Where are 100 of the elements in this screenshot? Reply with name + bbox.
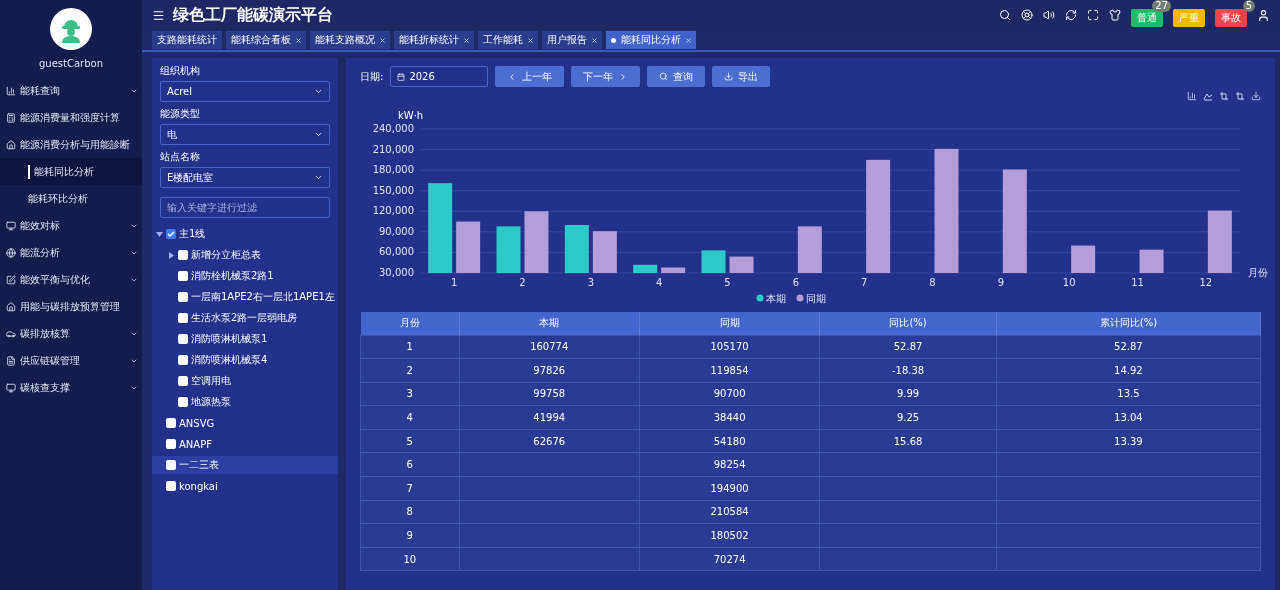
tab[interactable]: 能耗支路概况 [310, 31, 390, 49]
expand-caret-icon[interactable] [168, 251, 175, 259]
tab[interactable]: 工作能耗 [478, 31, 538, 49]
shirt-icon[interactable] [1109, 9, 1121, 21]
checkbox[interactable] [178, 250, 188, 260]
tree-item[interactable]: 空调用电 [152, 372, 338, 390]
fullscreen-icon[interactable] [1087, 9, 1099, 21]
menu-item[interactable]: 能效平衡与优化 [0, 266, 142, 293]
tree-item[interactable]: 生活水泵2路一层弱电房 [152, 309, 338, 327]
menu-item[interactable]: 用能与碳排放预算管理 [0, 293, 142, 320]
close-icon[interactable] [528, 37, 533, 43]
menu-item[interactable]: 能效对标 [0, 212, 142, 239]
menu-item[interactable]: 供应链碳管理 [0, 347, 142, 374]
checkbox[interactable] [178, 292, 188, 302]
checkbox[interactable] [166, 229, 176, 239]
tree-item[interactable]: ANSVG [152, 414, 338, 432]
tree-item[interactable]: kongkai [152, 477, 338, 495]
tab[interactable]: 支路能耗统计 [152, 31, 222, 49]
close-icon[interactable] [592, 37, 597, 43]
table-cell: 41994 [459, 405, 640, 430]
filter-label: 站点名称 [160, 150, 201, 164]
app-title: 绿色工厂能碳演示平台 [173, 4, 334, 26]
submenu-label: 能耗同比分析 [28, 164, 138, 179]
crop-icon[interactable] [1235, 91, 1245, 101]
tree-item[interactable]: 消防喷淋机械泵1 [152, 330, 338, 348]
tree-item[interactable]: ANAPF [152, 435, 338, 453]
filter-select[interactable]: 电 [160, 124, 330, 145]
document-icon [6, 355, 16, 366]
checkbox[interactable] [178, 397, 188, 407]
column-header[interactable]: 同比(%) [819, 312, 997, 335]
bar [592, 231, 617, 273]
menu-item[interactable]: 能耗查询 [0, 77, 142, 104]
menu-icon[interactable] [152, 8, 165, 22]
line-chart-icon[interactable] [1203, 91, 1213, 101]
column-header[interactable]: 本期 [459, 312, 640, 335]
menu-item[interactable]: 能流分析 [0, 239, 142, 266]
close-icon[interactable] [380, 37, 385, 43]
checkbox[interactable] [178, 376, 188, 386]
checkbox[interactable] [166, 460, 176, 470]
toolbar-button[interactable]: 下一年 [571, 66, 641, 87]
checkbox[interactable] [166, 418, 176, 428]
checkbox[interactable] [166, 439, 176, 449]
filter-select[interactable]: E楼配电室 [160, 167, 330, 188]
close-icon[interactable] [686, 37, 691, 43]
expand-caret-icon[interactable] [156, 230, 163, 238]
crop-icon[interactable] [1219, 91, 1229, 101]
submenu-item[interactable]: 能耗同比分析 [0, 158, 142, 185]
alert-badge[interactable]: 事故 [1215, 9, 1247, 27]
bar [701, 250, 726, 273]
tree-item[interactable]: 地源热泵 [152, 393, 338, 411]
download-icon[interactable] [1251, 91, 1261, 101]
filter-input[interactable]: 输入关键字进行过滤 [160, 197, 330, 218]
checkbox[interactable] [178, 271, 188, 281]
tab[interactable]: 能耗同比分析 [606, 31, 696, 49]
toolbar-button[interactable]: 查询 [647, 66, 706, 87]
lifebuoy-icon[interactable] [1021, 9, 1033, 21]
tree-label: kongkai [179, 480, 218, 492]
date-field[interactable]: 2026 [390, 66, 489, 87]
menu-item[interactable]: 能源消费量和强度计算 [0, 104, 142, 131]
toolbar-button[interactable]: 导出 [712, 66, 771, 87]
search-icon[interactable] [999, 9, 1011, 21]
column-header[interactable]: 月份 [360, 312, 460, 335]
tree-label: 消防栓机械泵2路1 [191, 269, 274, 283]
checkbox[interactable] [178, 355, 188, 365]
table-cell: 13.5 [996, 382, 1261, 406]
filter-select[interactable]: Acrel [160, 81, 330, 102]
checkbox[interactable] [178, 334, 188, 344]
column-header[interactable]: 累计同比(%) [996, 312, 1261, 335]
close-icon[interactable] [296, 37, 301, 43]
tree-item[interactable]: 消防栓机械泵2路1 [152, 267, 338, 285]
toolbar-button[interactable]: 上一年 [495, 66, 565, 87]
y-tick-label: 90,000 [379, 225, 414, 237]
tree-item[interactable]: 新增分立柜总表 [152, 246, 338, 264]
tree-item[interactable]: 一层南1APE2右一层北1APE1左 [152, 288, 338, 306]
column-header[interactable]: 同期 [639, 312, 820, 335]
table-cell: 62676 [459, 429, 640, 453]
table-cell: -18.38 [819, 358, 997, 383]
speaker-icon[interactable] [1043, 9, 1055, 21]
menu-item[interactable]: 碳排放核算 [0, 320, 142, 347]
checkbox[interactable] [178, 313, 188, 323]
table-cell: 119854 [639, 358, 820, 383]
tree-item[interactable]: 一二三表 [152, 456, 338, 474]
bar-chart-icon [6, 85, 16, 96]
tree-item[interactable]: 消防喷淋机械泵4 [152, 351, 338, 369]
username: guestCarbon [39, 58, 103, 69]
refresh-icon[interactable] [1065, 9, 1077, 21]
bar-chart-icon[interactable] [1187, 91, 1197, 101]
menu-item[interactable]: 能源消费分析与用能診断 [0, 131, 142, 158]
menu-label: 供应链碳管理 [20, 353, 81, 368]
submenu-item[interactable]: 能耗环比分析 [0, 185, 142, 212]
bar [1139, 249, 1164, 273]
tab[interactable]: 用户报告 [542, 31, 602, 49]
user-icon[interactable] [1257, 8, 1270, 22]
tab[interactable]: 能耗综合看板 [226, 31, 306, 49]
tree-item[interactable]: 主1线 [152, 225, 338, 243]
tree-label: 地源热泵 [191, 395, 231, 409]
checkbox[interactable] [166, 481, 176, 491]
tab[interactable]: 能耗折标统计 [394, 31, 474, 49]
menu-item[interactable]: 碳核查支撑 [0, 374, 142, 401]
close-icon[interactable] [464, 37, 469, 43]
